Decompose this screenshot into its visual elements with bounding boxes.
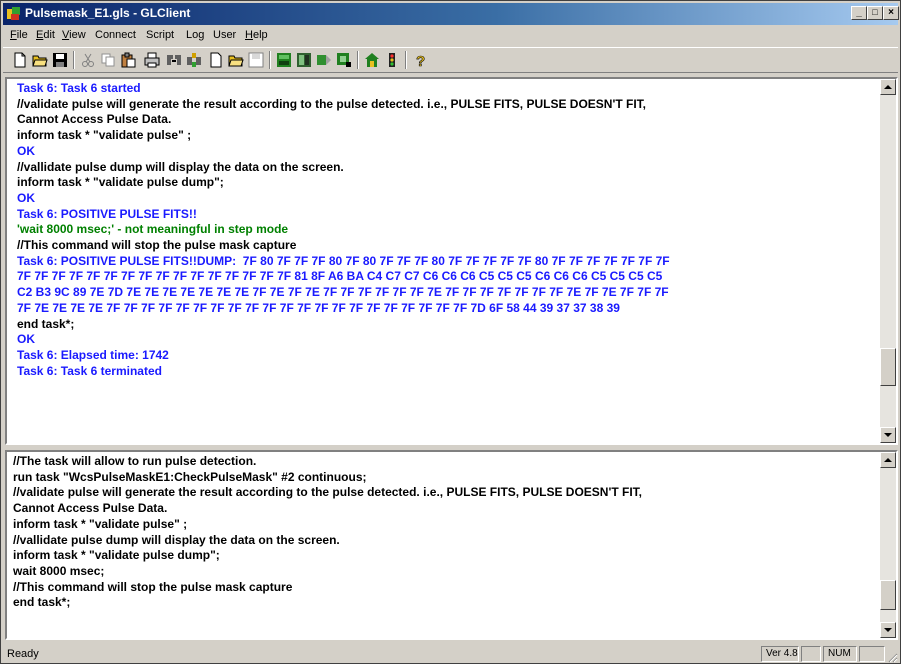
status-text: Ready bbox=[7, 648, 39, 660]
output-line: //This command will stop the pulse mask … bbox=[17, 238, 297, 253]
menu-user[interactable]: User bbox=[213, 29, 236, 41]
help-icon[interactable]: ? bbox=[411, 51, 429, 69]
menu-view[interactable]: View bbox=[62, 29, 86, 41]
menu-edit[interactable]: Edit bbox=[36, 29, 55, 41]
app-window: Pulsemask_E1.gls - GLClient _ □ × File E… bbox=[0, 0, 901, 664]
toolbar: ? bbox=[3, 47, 898, 73]
script-line: //validate pulse will generate the resul… bbox=[13, 485, 642, 500]
output-line: 'wait 8000 msec;' - not meaningful in st… bbox=[17, 222, 289, 237]
toolbar-separator bbox=[357, 51, 359, 69]
alert-icon[interactable] bbox=[383, 51, 401, 69]
num-lock-panel: NUM bbox=[823, 646, 857, 662]
script-line: inform task * "validate pulse dump"; bbox=[13, 548, 220, 563]
toolbar-separator bbox=[73, 51, 75, 69]
output-line: OK bbox=[17, 332, 35, 347]
output-pane[interactable]: Task 6: Task 6 started//validate pulse w… bbox=[5, 77, 898, 445]
script-line: Cannot Access Pulse Data. bbox=[13, 501, 168, 516]
output-line: OK bbox=[17, 190, 35, 205]
status-panel-empty bbox=[859, 646, 885, 662]
script-line: //This command will stop the pulse mask … bbox=[13, 579, 293, 594]
scroll-up-button[interactable] bbox=[880, 79, 896, 95]
app-icon bbox=[7, 7, 20, 20]
status-bar: Ready Ver 4.8 NUM bbox=[3, 644, 898, 663]
script-line: end task*; bbox=[13, 595, 71, 610]
output-line: 7F 7F 7F 7F 7F 7F 7F 7F 7F 7F 7F 7F 7F 7… bbox=[17, 269, 663, 284]
step-icon[interactable] bbox=[315, 51, 333, 69]
title-bar[interactable]: Pulsemask_E1.gls - GLClient _ □ × bbox=[3, 3, 899, 25]
new-file-icon[interactable] bbox=[11, 51, 29, 69]
menu-file[interactable]: File bbox=[10, 29, 28, 41]
output-line: Task 6: Task 6 started bbox=[17, 81, 141, 95]
menu-log[interactable]: Log bbox=[186, 29, 204, 41]
script-line: inform task * "validate pulse" ; bbox=[13, 516, 188, 531]
svg-text:?: ? bbox=[416, 53, 425, 68]
menu-connect[interactable]: Connect bbox=[95, 29, 136, 41]
output-line: end task*; bbox=[17, 316, 75, 331]
close-button[interactable]: × bbox=[883, 6, 899, 20]
output-line: OK bbox=[17, 143, 35, 158]
output-line: inform task * "validate pulse" ; bbox=[17, 128, 192, 143]
output-line: //vallidate pulse dump will display the … bbox=[17, 159, 344, 174]
script-editor-pane[interactable]: //The task will allow to run pulse detec… bbox=[5, 450, 898, 640]
script-line: wait 8000 msec; bbox=[13, 563, 105, 578]
scroll-thumb[interactable] bbox=[880, 348, 896, 386]
script-scrollbar[interactable] bbox=[880, 452, 896, 638]
disconnect-icon[interactable] bbox=[185, 51, 203, 69]
output-line: inform task * "validate pulse dump"; bbox=[17, 175, 224, 190]
output-line: Task 6: Elapsed time: 1742 bbox=[17, 347, 169, 362]
menu-help[interactable]: Help bbox=[245, 29, 268, 41]
print-icon[interactable] bbox=[143, 51, 161, 69]
run-icon[interactable] bbox=[275, 51, 293, 69]
menu-script[interactable]: Script bbox=[146, 29, 174, 41]
copy-icon[interactable] bbox=[99, 51, 117, 69]
log-icon[interactable] bbox=[335, 51, 353, 69]
toolbar-separator bbox=[269, 51, 271, 69]
script-line: //The task will allow to run pulse detec… bbox=[13, 454, 257, 468]
scroll-thumb[interactable] bbox=[880, 580, 896, 610]
output-line: //validate pulse will generate the resul… bbox=[17, 96, 646, 111]
script-line: run task "WcsPulseMaskE1:CheckPulseMask"… bbox=[13, 469, 367, 484]
window-title: Pulsemask_E1.gls - GLClient bbox=[25, 6, 191, 20]
status-panel-empty bbox=[801, 646, 821, 662]
paste-icon[interactable] bbox=[119, 51, 137, 69]
output-line: 7F 7E 7E 7E 7E 7F 7F 7F 7F 7F 7F 7F 7F 7… bbox=[17, 300, 620, 315]
save-script-icon[interactable] bbox=[247, 51, 265, 69]
save-icon[interactable] bbox=[51, 51, 69, 69]
script-line: //vallidate pulse dump will display the … bbox=[13, 532, 340, 547]
output-scrollbar[interactable] bbox=[880, 79, 896, 443]
output-line: Cannot Access Pulse Data. bbox=[17, 112, 172, 127]
minimize-button[interactable]: _ bbox=[851, 6, 867, 20]
version-panel: Ver 4.8 bbox=[761, 646, 799, 662]
script-text[interactable]: //The task will allow to run pulse detec… bbox=[13, 454, 874, 611]
output-line: Task 6: POSITIVE PULSE FITS!!DUMP: 7F 80… bbox=[17, 253, 670, 268]
new-script-icon[interactable] bbox=[207, 51, 225, 69]
connect-icon[interactable] bbox=[165, 51, 183, 69]
open-script-icon[interactable] bbox=[227, 51, 245, 69]
stop-icon[interactable] bbox=[295, 51, 313, 69]
maximize-button[interactable]: □ bbox=[867, 6, 883, 20]
menu-bar: File Edit View Connect Script Log User H… bbox=[3, 27, 898, 45]
output-line: Task 6: Task 6 terminated bbox=[17, 363, 162, 378]
scroll-up-button[interactable] bbox=[880, 452, 896, 468]
output-text: Task 6: Task 6 started//validate pulse w… bbox=[17, 81, 874, 379]
scroll-down-button[interactable] bbox=[880, 622, 896, 638]
user-icon[interactable] bbox=[363, 51, 381, 69]
scroll-down-button[interactable] bbox=[880, 427, 896, 443]
output-line: C2 B3 9C 89 7E 7D 7E 7E 7E 7E 7E 7E 7E 7… bbox=[17, 285, 669, 300]
cut-icon[interactable] bbox=[79, 51, 97, 69]
resize-grip-icon[interactable] bbox=[886, 651, 898, 663]
toolbar-separator bbox=[405, 51, 407, 69]
open-folder-icon[interactable] bbox=[31, 51, 49, 69]
output-line: Task 6: POSITIVE PULSE FITS!! bbox=[17, 206, 197, 221]
